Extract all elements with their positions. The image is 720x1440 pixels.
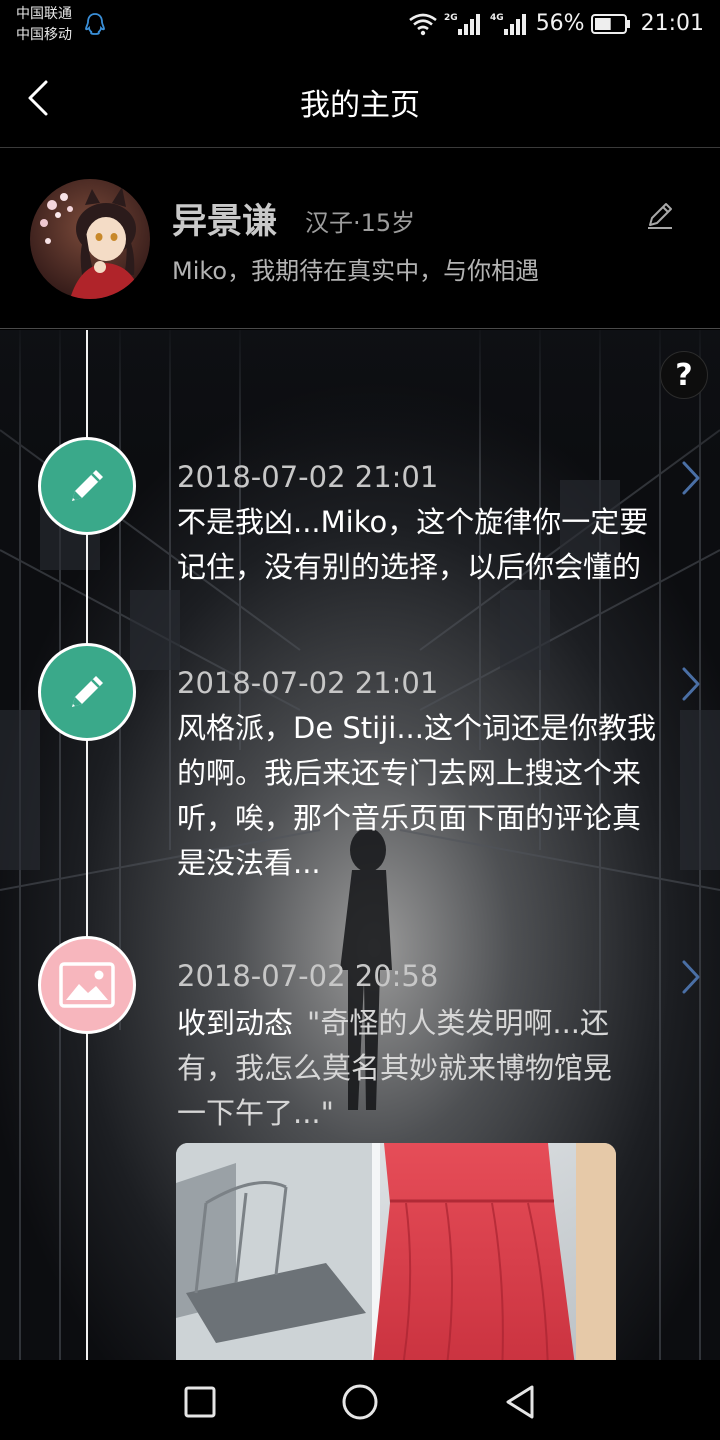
moment-image[interactable] xyxy=(176,1143,616,1360)
profile-gender-age: 汉子·15岁 xyxy=(305,209,416,237)
status-indicators: 2G 4G 56% 21:01 xyxy=(408,10,704,38)
battery-icon xyxy=(590,14,630,34)
signal-2g-icon: 2G xyxy=(444,13,480,35)
entry-timestamp: 2018-07-02 20:58 xyxy=(177,959,439,993)
entry-timestamp: 2018-07-02 21:01 xyxy=(177,460,439,494)
entry-text-line: 收到动态 "奇怪的人类发明啊...还 xyxy=(177,1001,693,1046)
note-entry-icon xyxy=(38,643,136,741)
triangle-back-icon xyxy=(506,1385,534,1419)
square-icon xyxy=(184,1386,216,1418)
entry-text: 收到动态 "奇怪的人类发明啊...还 有，我怎么莫名其妙就来博物馆晃 一下午了..… xyxy=(177,1001,693,1136)
entry-text-line: 有，我怎么莫名其妙就来博物馆晃 xyxy=(177,1051,613,1085)
chevron-right-icon[interactable] xyxy=(676,666,704,702)
entry-text-line: 不是我凶...Miko，这个旋律你一定要 xyxy=(177,505,649,539)
entry-text-line: 记住，没有别的选择，以后你会懂的 xyxy=(177,550,642,584)
edit-profile-button[interactable] xyxy=(644,199,676,231)
moment-entry-icon xyxy=(38,936,136,1034)
net-1-label: 2G xyxy=(444,13,458,23)
net-2-label: 4G xyxy=(490,13,504,23)
profile-name: 异景谦 xyxy=(172,202,278,242)
phone-screen: 中国联通 中国移动 2G 4G 56% 21:01 我的主页 异景谦 汉子·15… xyxy=(0,0,720,1440)
pencil-icon xyxy=(72,676,103,707)
page-title: 我的主页 xyxy=(300,88,420,123)
carrier-2-label: 中国移动 xyxy=(16,27,72,43)
recents-button[interactable] xyxy=(178,1380,222,1424)
circle-icon xyxy=(342,1384,378,1420)
clock: 21:01 xyxy=(640,11,704,36)
entry-text-line: 是没法看... xyxy=(177,846,321,880)
status-bar: 中国联通 中国移动 2G 4G 56% 21:01 xyxy=(0,0,720,48)
home-button[interactable] xyxy=(338,1380,382,1424)
entry-text-line: 风格派，De Stiji...这个词还是你教我 xyxy=(177,711,656,745)
timeline[interactable]: ? 2018-07-02 21:01 不是我凶...Miko，这个旋律你一定要 … xyxy=(0,330,720,1360)
chevron-right-icon[interactable] xyxy=(676,959,704,995)
entry-text-line: 一下午了..." xyxy=(177,1096,334,1130)
avatar[interactable] xyxy=(30,179,150,299)
nav-bar: 我的主页 xyxy=(0,48,720,148)
pencil-icon xyxy=(648,203,672,229)
chevron-right-icon[interactable] xyxy=(676,460,704,496)
qq-notification-icon xyxy=(85,13,105,35)
signal-4g-icon: 4G xyxy=(490,13,526,35)
profile-bio: Miko，我期待在真实中，与你相遇 xyxy=(172,257,540,285)
system-navigation-bar xyxy=(0,1360,720,1440)
wifi-icon xyxy=(408,13,437,36)
battery-fill xyxy=(594,18,611,30)
entry-timestamp: 2018-07-02 21:01 xyxy=(177,666,439,700)
carrier-1-label: 中国联通 xyxy=(16,6,72,22)
moment-label: 收到动态 xyxy=(177,1006,294,1040)
profile-header: 异景谦 汉子·15岁 Miko，我期待在真实中，与你相遇 xyxy=(0,149,720,329)
entry-text-line-content: "奇怪的人类发明啊...还 xyxy=(307,1006,610,1040)
note-entry-icon xyxy=(38,437,136,535)
battery-percent: 56% xyxy=(535,11,585,36)
help-button[interactable]: ? xyxy=(660,351,708,399)
system-back-button[interactable] xyxy=(498,1380,542,1424)
pencil-icon xyxy=(72,470,103,501)
entry-text-line: 的啊。我后来还专门去网上搜这个来 xyxy=(177,756,642,790)
entry-text-line: 听，唉，那个音乐页面下面的评论真 xyxy=(177,801,642,835)
entry-text: 风格派，De Stiji...这个词还是你教我 的啊。我后来还专门去网上搜这个来… xyxy=(177,706,693,886)
entry-text: 不是我凶...Miko，这个旋律你一定要 记住，没有别的选择，以后你会懂的 xyxy=(177,500,693,590)
image-icon xyxy=(59,962,115,1008)
